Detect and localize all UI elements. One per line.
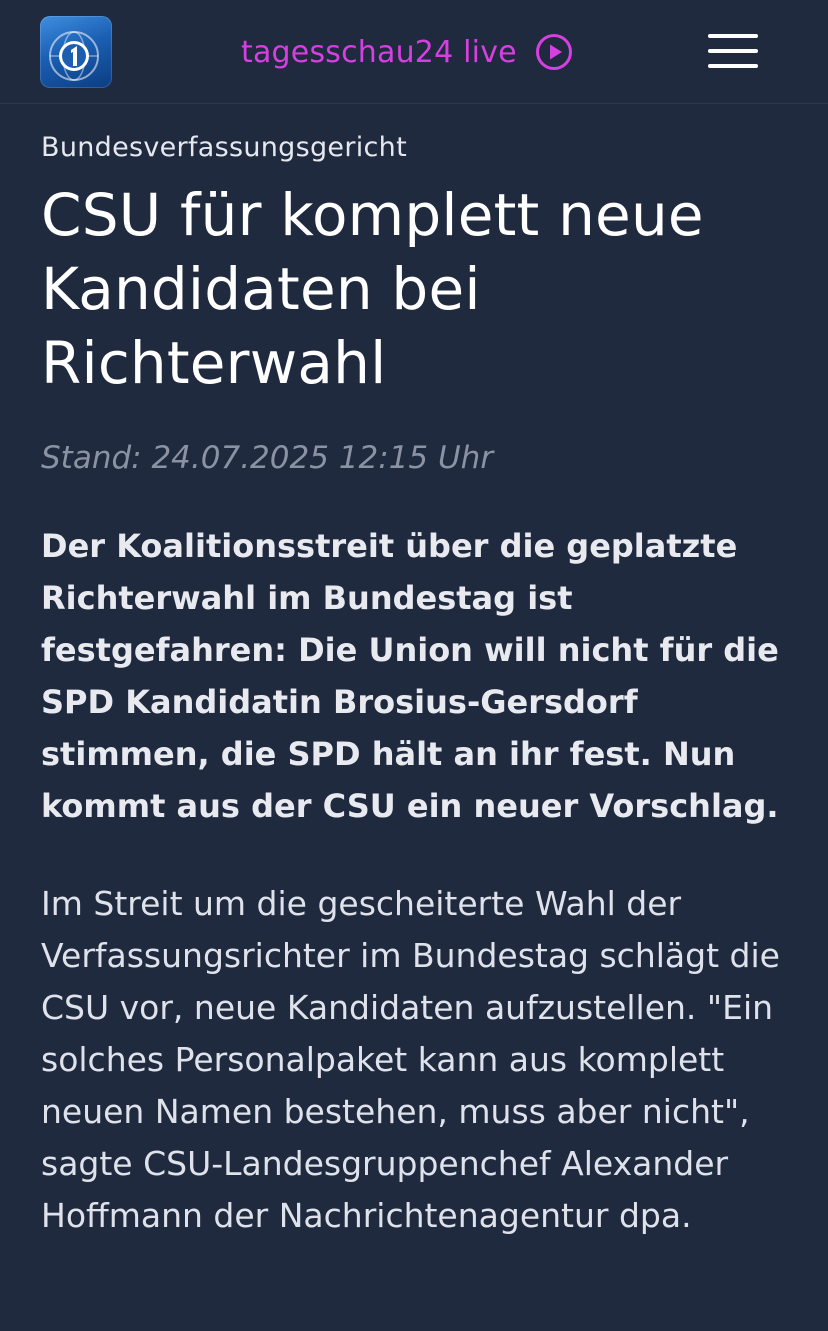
tagesschau-logo-icon[interactable]: [40, 16, 112, 88]
article-lead: Der Koalitionsstreit über die geplatzte …: [41, 527, 779, 825]
play-circle-icon: [535, 34, 572, 70]
article-paragraph: Im Streit um die gescheiterte Wahl der V…: [41, 884, 780, 1235]
article-timestamp: Stand: 24.07.2025 12:15 Uhr: [41, 440, 494, 476]
live-link-label: tagesschau24 live: [241, 34, 517, 70]
menu-line: [708, 34, 758, 38]
top-navigation-bar: tagesschau24 live: [0, 0, 828, 104]
article-topline: Bundesverfassungsgericht: [41, 132, 407, 163]
logo-graphic: [49, 31, 99, 81]
tagesschau24-live-link[interactable]: tagesschau24 live: [241, 28, 573, 76]
article-headline: CSU für komplett neue Kandidaten bei Ric…: [41, 181, 704, 397]
menu-line: [708, 49, 758, 53]
hamburger-menu-icon[interactable]: [706, 32, 760, 72]
article: Bundesverfassungsgericht CSU für komplet…: [41, 126, 781, 1242]
menu-line: [708, 64, 758, 68]
